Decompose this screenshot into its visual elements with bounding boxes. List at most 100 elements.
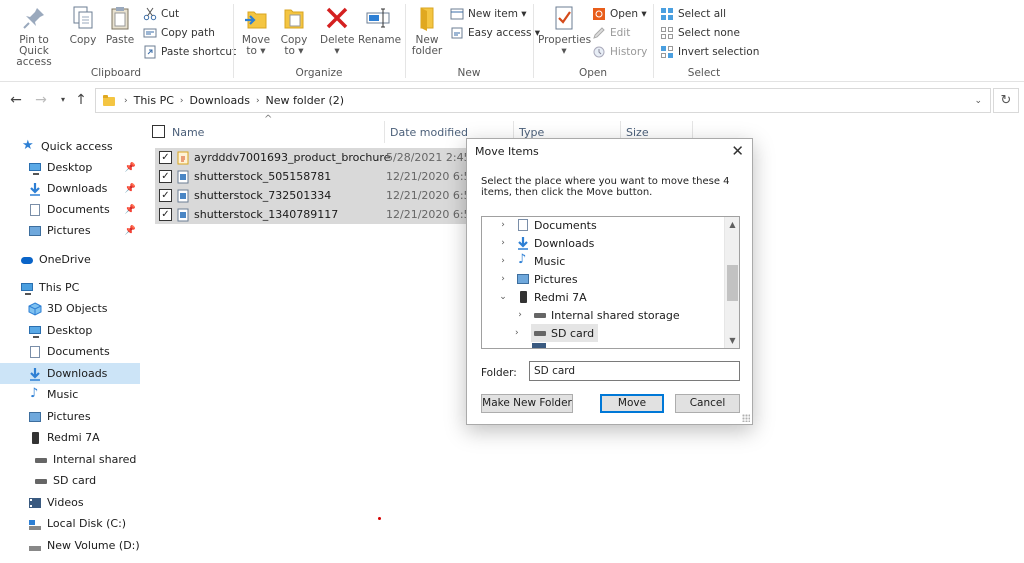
easy-access-button[interactable]: Easy access ▾ — [450, 24, 540, 42]
pin-icon — [20, 4, 48, 32]
sidebar-item-desktop[interactable]: Desktop 📌 — [0, 157, 140, 178]
paste-shortcut-button[interactable]: Paste shortcut — [143, 43, 236, 61]
refresh-icon[interactable]: ↻ — [993, 88, 1019, 113]
column-header-label: Name — [172, 125, 205, 139]
sidebar-item-downloads-pc[interactable]: Downloads — [0, 363, 140, 384]
sidebar-item-quick-access[interactable]: ★ Quick access — [0, 136, 140, 157]
breadcrumb-downloads[interactable]: Downloads — [190, 94, 250, 107]
move-button[interactable]: Move — [600, 394, 664, 413]
breadcrumb-this-pc[interactable]: This PC — [134, 94, 174, 107]
folder-tree[interactable]: › Documents › Downloads › ♪ Music › Pict… — [481, 216, 740, 349]
back-arrow-icon[interactable]: ← — [8, 91, 24, 109]
scroll-up-arrow-icon[interactable]: ▲ — [725, 217, 739, 232]
video-icon — [28, 496, 42, 510]
sidebar-item-downloads[interactable]: Downloads 📌 — [0, 178, 140, 199]
cancel-button[interactable]: Cancel — [675, 394, 740, 413]
sidebar-item-local-disk-c[interactable]: Local Disk (C:) — [0, 513, 140, 534]
sidebar-item-this-pc[interactable]: This PC — [0, 277, 140, 298]
delete-button[interactable]: Delete ▾ — [320, 4, 355, 57]
forward-arrow-icon[interactable]: → — [33, 91, 49, 109]
up-arrow-icon[interactable]: ↑ — [73, 91, 89, 109]
expand-chevron-icon[interactable]: › — [498, 256, 508, 266]
sidebar-item-redmi-7a[interactable]: Redmi 7A — [0, 427, 140, 448]
copy-path-button[interactable]: Copy path — [143, 24, 215, 42]
resize-grip-icon[interactable] — [742, 414, 750, 422]
select-all-checkbox[interactable] — [152, 125, 165, 138]
column-header-date[interactable]: Date modified — [390, 121, 468, 143]
music-icon: ♪ — [30, 385, 39, 401]
invert-selection-button[interactable]: Invert selection — [660, 43, 759, 61]
column-separator[interactable] — [384, 121, 385, 143]
table-row[interactable]: ✓ ayrdddv7001693_product_brochure 5/28/2… — [155, 148, 495, 167]
row-checkbox[interactable]: ✓ — [159, 170, 172, 183]
table-row[interactable]: ✓ shutterstock_505158781 12/21/2020 6:52 — [155, 167, 495, 186]
expand-chevron-icon[interactable]: › — [498, 274, 508, 284]
sidebar-item-documents-pc[interactable]: Documents — [0, 341, 140, 362]
tree-item-music[interactable]: › ♪ Music — [498, 252, 565, 270]
select-all-icon — [660, 7, 674, 21]
copy-to-button[interactable]: Copy to ▾ — [278, 4, 310, 57]
sidebar-item-sd-card[interactable]: SD card — [0, 470, 140, 491]
table-row[interactable]: ✓ shutterstock_732501334 12/21/2020 6:52 — [155, 186, 495, 205]
scroll-down-arrow-icon[interactable]: ▼ — [725, 333, 739, 348]
copy-button[interactable]: Copy — [68, 4, 98, 46]
history-button[interactable]: History — [592, 43, 647, 61]
recent-locations-chevron-icon[interactable]: ▾ — [55, 91, 71, 109]
properties-dropdown-arrow: ▾ — [561, 45, 567, 57]
sidebar-item-internal-storage[interactable]: Internal shared storage — [0, 449, 140, 470]
row-checkbox[interactable]: ✓ — [159, 151, 172, 164]
rename-button[interactable]: Rename — [358, 4, 401, 46]
sidebar-item-new-volume-d[interactable]: New Volume (D:) — [0, 535, 140, 556]
breadcrumb-new-folder-2[interactable]: New folder (2) — [266, 94, 345, 107]
tree-scrollbar[interactable]: ▲ ▼ — [724, 217, 739, 348]
sidebar-item-label: Videos — [47, 496, 84, 509]
row-checkbox[interactable]: ✓ — [159, 189, 172, 202]
paste-button[interactable]: Paste — [104, 4, 136, 46]
tree-item-internal-storage[interactable]: › Internal shared storage — [515, 306, 679, 324]
pin-to-quick-access-button[interactable]: Pin to Quick access — [4, 4, 64, 68]
close-icon[interactable]: ✕ — [731, 142, 744, 160]
edit-button[interactable]: Edit — [592, 24, 630, 42]
new-item-button[interactable]: New item ▾ — [450, 5, 527, 23]
tree-item-sd-card[interactable]: SD card — [531, 324, 599, 342]
column-header-name[interactable]: Name — [172, 121, 204, 143]
sidebar-item-documents[interactable]: Documents 📌 — [0, 199, 140, 220]
folder-input[interactable] — [529, 361, 740, 381]
sidebar-item-music[interactable]: ♪ Music — [0, 384, 140, 405]
table-row[interactable]: ✓ shutterstock_1340789117 12/21/2020 6:5… — [155, 205, 495, 224]
select-none-button[interactable]: Select none — [660, 24, 740, 42]
sidebar-item-label: Internal shared storage — [53, 453, 140, 466]
sidebar-item-3d-objects[interactable]: 3D Objects — [0, 298, 140, 319]
select-all-button[interactable]: Select all — [660, 5, 726, 23]
address-dropdown-chevron-icon[interactable]: ⌄ — [974, 96, 982, 106]
sidebar-item-pictures-pc[interactable]: Pictures — [0, 406, 140, 427]
open-button[interactable]: Open ▾ — [592, 5, 647, 23]
tree-item-downloads[interactable]: › Downloads — [498, 234, 594, 252]
address-bar[interactable]: › This PC › Downloads › New folder (2) ⌄ — [95, 88, 991, 113]
sidebar-item-videos[interactable]: Videos — [0, 492, 140, 513]
collapse-chevron-icon[interactable]: ⌄ — [498, 292, 508, 302]
make-new-folder-button[interactable]: Make New Folder — [481, 394, 573, 413]
sidebar-item-label: Desktop — [47, 161, 93, 174]
move-to-button[interactable]: Move to ▾ — [240, 4, 272, 57]
sidebar-item-onedrive[interactable]: OneDrive — [0, 249, 140, 270]
move-to-icon — [242, 4, 270, 32]
tree-item-redmi-7a[interactable]: ⌄ Redmi 7A — [498, 288, 586, 306]
tree-item-documents[interactable]: › Documents — [498, 217, 597, 234]
scrollbar-thumb[interactable] — [727, 265, 738, 301]
row-checkbox[interactable]: ✓ — [159, 208, 172, 221]
file-name: shutterstock_1340789117 — [194, 208, 339, 221]
copy-icon — [69, 4, 97, 32]
paste-label: Paste — [105, 34, 135, 46]
expand-chevron-icon[interactable]: › — [515, 328, 519, 338]
sidebar-item-pictures[interactable]: Pictures 📌 — [0, 220, 140, 241]
properties-button[interactable]: Properties ▾ — [538, 4, 591, 57]
new-folder-button[interactable]: New folder — [410, 4, 444, 57]
cut-button[interactable]: Cut — [143, 5, 179, 23]
edit-label: Edit — [610, 27, 631, 39]
sidebar-item-desktop-pc[interactable]: Desktop — [0, 320, 140, 341]
tree-item-pictures[interactable]: › Pictures — [498, 270, 577, 288]
expand-chevron-icon[interactable]: › — [515, 310, 525, 320]
expand-chevron-icon[interactable]: › — [498, 220, 508, 230]
expand-chevron-icon[interactable]: › — [498, 238, 508, 248]
